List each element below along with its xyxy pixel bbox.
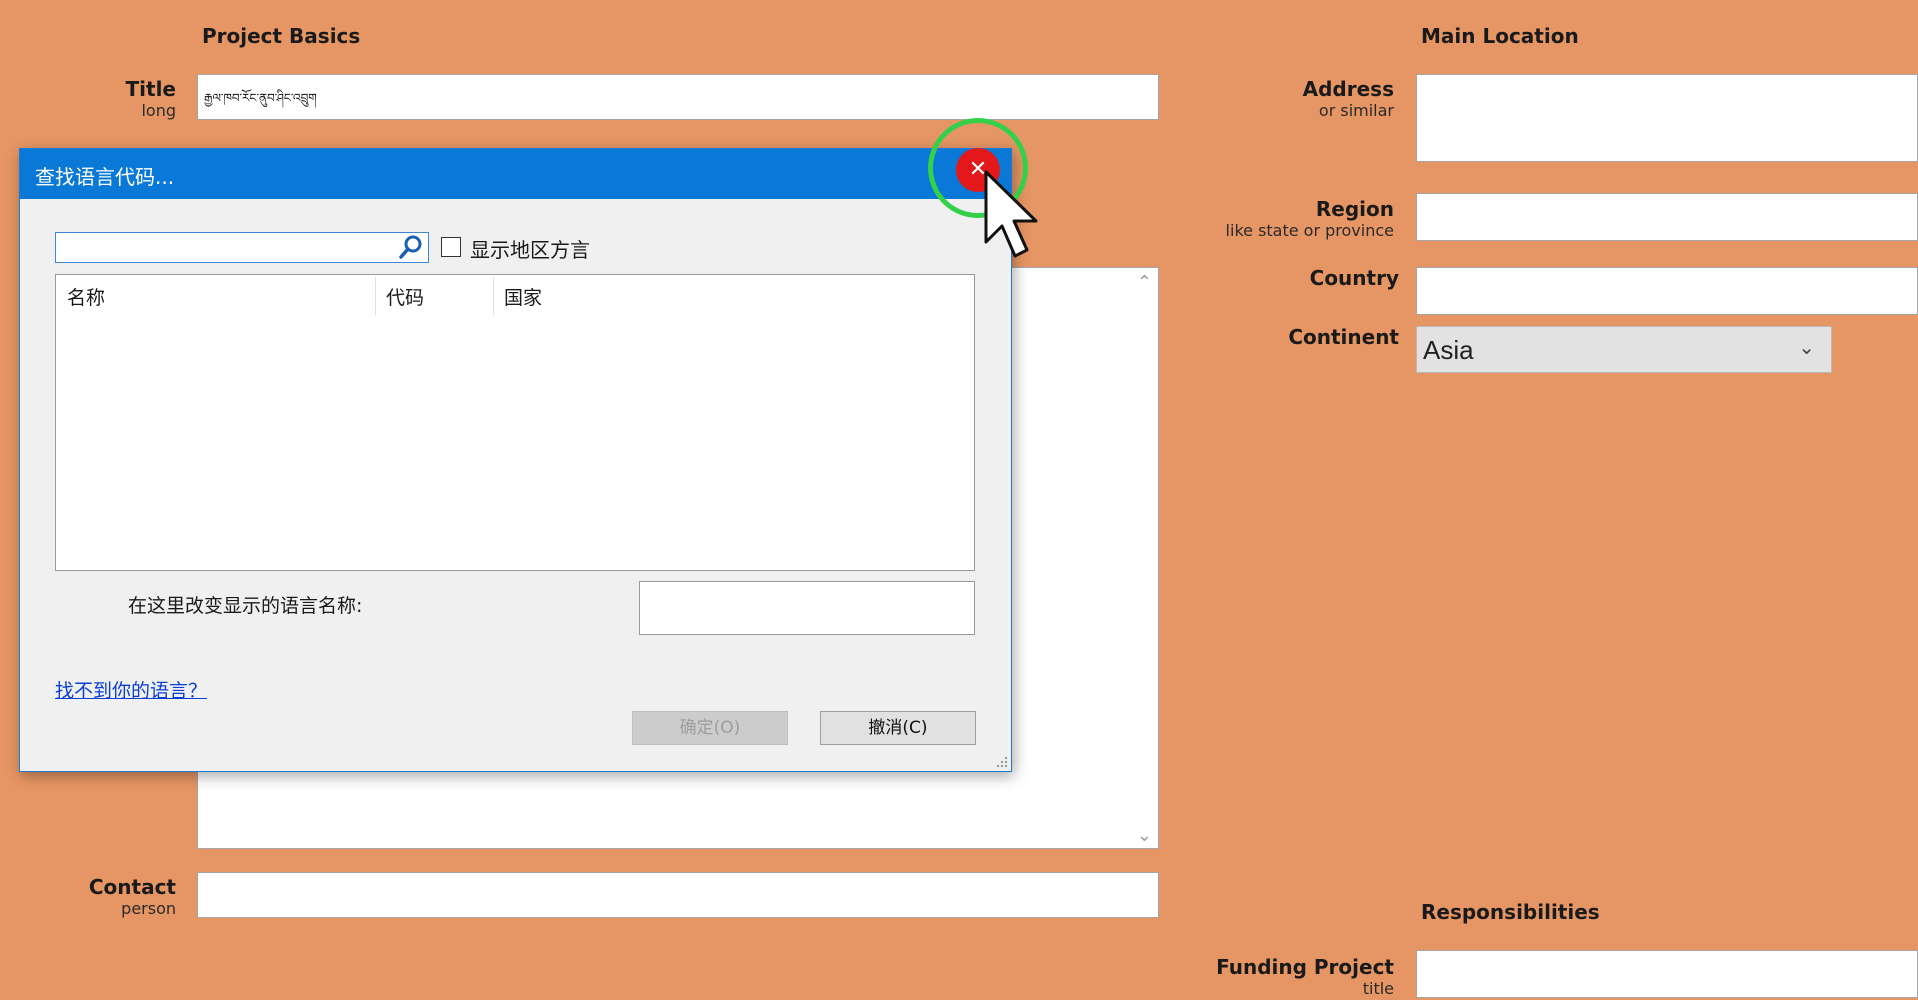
funding-label-group: Funding Project title [1180,955,1394,998]
continent-label: Continent [1288,325,1399,349]
funding-label: Funding Project [1216,955,1394,979]
funding-project-input[interactable] [1416,950,1918,998]
column-divider[interactable] [375,277,376,315]
region-label: Region [1315,197,1394,221]
column-header-name[interactable]: 名称 [67,283,105,310]
address-label: Address [1302,77,1394,101]
contact-label: Contact [88,875,176,899]
title-sublabel: long [141,101,176,120]
title-label-group: Title long [90,77,176,120]
contact-label-group: Contact person [60,875,176,918]
rename-language-input[interactable] [639,581,975,635]
address-input[interactable] [1416,74,1918,162]
chevron-down-icon[interactable]: ⌄ [1798,335,1815,360]
search-icon[interactable] [398,234,424,260]
language-results-list[interactable]: 名称 代码 国家 [55,274,975,571]
main-location-heading: Main Location [1421,24,1579,48]
title-input[interactable]: རྒྱལ་ཁབ་རོང་ནུབ་ཤིང་འབྲུག [197,74,1159,120]
dialog-title: 查找语言代码... [35,165,175,189]
show-dialects-label[interactable]: 显示地区方言 [470,234,590,263]
title-label: Title [125,77,176,101]
cant-find-language-link[interactable]: 找不到你的语言？ [55,676,207,703]
responsibilities-heading: Responsibilities [1421,900,1600,924]
region-label-group: Region like state or province [1180,197,1394,240]
country-label-group: Country [1180,266,1399,290]
scroll-down-icon[interactable]: ⌄ [1137,825,1152,846]
ok-button[interactable]: 确定(O) [632,711,788,745]
continent-label-group: Continent [1180,325,1399,349]
column-divider[interactable] [493,277,494,315]
address-label-group: Address or similar [1180,77,1394,120]
rename-language-label: 在这里改变显示的语言名称: [128,595,363,617]
scroll-up-icon[interactable]: ⌃ [1137,272,1152,293]
contact-sublabel: person [121,899,176,918]
cancel-button[interactable]: 撤消(C) [820,711,976,745]
project-basics-heading: Project Basics [202,24,361,48]
continent-value: Asia [1423,335,1474,365]
region-input[interactable] [1416,193,1918,241]
country-label: Country [1309,266,1399,290]
show-dialects-checkbox[interactable] [441,237,461,257]
address-sublabel: or similar [1318,101,1394,120]
country-input[interactable] [1416,267,1918,315]
dialog-titlebar[interactable]: 查找语言代码... [20,149,1011,199]
column-header-country[interactable]: 国家 [504,283,542,310]
find-language-dialog: 查找语言代码... 显示地区方言 名称 代码 国家 在这里改变显示的语言名称: … [19,148,1012,772]
column-header-code[interactable]: 代码 [386,283,424,310]
continent-select[interactable]: Asia ⌄ [1416,326,1832,373]
resize-grip-icon[interactable] [994,754,1008,768]
region-sublabel: like state or province [1225,221,1394,240]
contact-input[interactable] [197,872,1159,918]
funding-sublabel: title [1362,979,1394,998]
mouse-pointer-icon [984,170,1038,258]
language-search-input[interactable] [55,232,429,263]
